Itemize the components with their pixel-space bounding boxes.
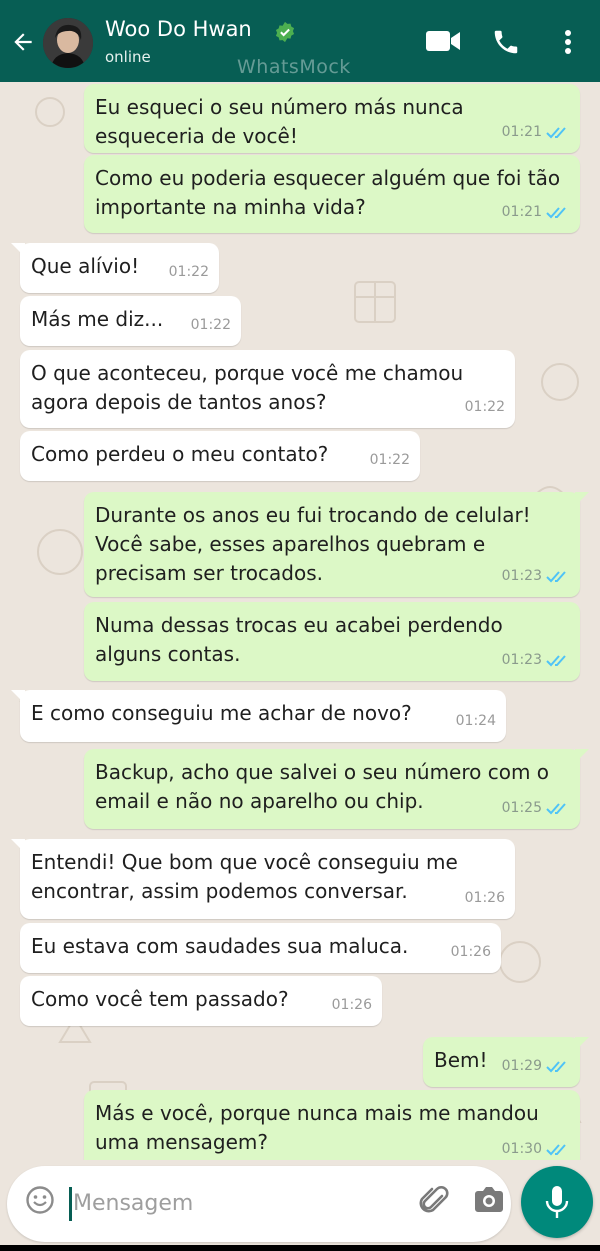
message-incoming[interactable]: Más me diz... 01:22 (20, 296, 241, 346)
voice-record-button[interactable] (521, 1166, 593, 1238)
chat-header: Woo Do Hwan online WhatsMock (0, 0, 600, 82)
system-nav-bar (0, 1245, 600, 1251)
message-text: Eu estava com saudades sua maluca. (31, 934, 409, 958)
message-time: 01:26 (450, 944, 491, 960)
message-time: 01:24 (455, 713, 496, 729)
message-time: 01:22 (464, 399, 505, 415)
message-outgoing[interactable]: Bem! 01:29 (423, 1037, 589, 1087)
message-meta: 01:21 (502, 198, 570, 227)
message-text: Más e você, porque nunca mais me mandou … (95, 1101, 539, 1154)
message-text: O que aconteceu, porque você me chamou a… (31, 361, 464, 414)
read-ticks-icon (546, 654, 566, 666)
message-composer (7, 1166, 511, 1242)
message-text: Durante os anos eu fui trocando de celul… (95, 503, 531, 585)
message-text: Como perdeu o meu contato? (31, 442, 329, 466)
message-time: 01:26 (331, 997, 372, 1013)
read-ticks-icon (546, 126, 566, 138)
message-time: 01:22 (168, 264, 209, 280)
bubble-tail (11, 243, 25, 257)
message-meta: 01:25 (502, 794, 570, 823)
bubble-tail (11, 690, 25, 704)
read-ticks-icon (546, 206, 566, 218)
read-ticks-icon (546, 570, 566, 582)
verified-badge-icon (275, 21, 295, 43)
message-meta: 01:26 (451, 938, 491, 967)
message-text: Como você tem passado? (31, 987, 289, 1011)
read-ticks-icon (546, 1060, 566, 1072)
mic-icon (545, 1186, 569, 1218)
message-text: Backup, acho que salvei o seu número com… (95, 760, 550, 813)
message-time: 01:21 (501, 204, 542, 220)
message-text: Numa dessas trocas eu acabei perdendo al… (95, 613, 503, 666)
message-meta: 01:26 (465, 884, 505, 913)
message-meta: 01:23 (502, 646, 570, 675)
message-meta: 01:23 (502, 562, 570, 591)
attach-icon[interactable] (417, 1184, 451, 1218)
chat-area[interactable]: Eu esqueci o seu número más nunca esquec… (0, 82, 600, 1160)
message-outgoing[interactable]: Eu esqueci o seu número más nunca esquec… (84, 84, 580, 153)
message-outgoing[interactable]: Como eu poderia esquecer alguém que foi … (84, 155, 580, 233)
message-meta: 01:22 (191, 311, 231, 340)
message-time: 01:22 (190, 317, 231, 333)
message-outgoing[interactable]: Backup, acho que salvei o seu número com… (84, 749, 589, 829)
more-vert-icon[interactable] (560, 28, 576, 56)
message-time: 01:26 (464, 890, 505, 906)
message-time: 01:21 (501, 124, 542, 140)
message-incoming[interactable]: Como perdeu o meu contato? 01:22 (20, 431, 420, 481)
message-time: 01:23 (501, 652, 542, 668)
message-incoming[interactable]: Que alívio! 01:22 (11, 243, 219, 293)
message-meta: 01:22 (370, 446, 410, 475)
message-time: 01:25 (501, 800, 542, 816)
back-arrow-icon[interactable] (10, 29, 36, 55)
video-call-icon[interactable] (425, 28, 461, 54)
message-meta: 01:21 (502, 118, 570, 147)
message-text: E como conseguiu me achar de novo? (31, 701, 412, 725)
message-time: 01:29 (501, 1058, 542, 1074)
message-outgoing[interactable]: Más e você, porque nunca mais me mandou … (84, 1090, 580, 1160)
message-text: Entendi! Que bom que você conseguiu me e… (31, 850, 458, 903)
watermark: WhatsMock (237, 56, 351, 78)
bubble-tail (575, 492, 589, 506)
phone-icon[interactable] (491, 27, 521, 57)
camera-icon[interactable] (473, 1186, 505, 1214)
message-incoming[interactable]: Entendi! Que bom que você conseguiu me e… (11, 839, 515, 919)
message-time: 01:22 (369, 452, 410, 468)
message-incoming[interactable]: Eu estava com saudades sua maluca. 01:26 (20, 923, 501, 973)
read-ticks-icon (546, 1143, 566, 1155)
bubble-tail (575, 749, 589, 763)
message-incoming[interactable]: Como você tem passado? 01:26 (20, 976, 382, 1026)
read-ticks-icon (546, 802, 566, 814)
contact-name[interactable]: Woo Do Hwan (105, 17, 252, 41)
contact-status: online (105, 48, 151, 66)
message-text: Como eu poderia esquecer alguém que foi … (95, 166, 561, 219)
message-time: 01:30 (501, 1141, 542, 1157)
emoji-icon[interactable] (25, 1185, 55, 1215)
bubble-tail (11, 839, 25, 853)
message-text: Eu esqueci o seu número más nunca esquec… (95, 95, 464, 148)
message-meta: 01:29 (502, 1052, 570, 1081)
message-outgoing[interactable]: Numa dessas trocas eu acabei perdendo al… (84, 602, 580, 681)
message-meta: 01:24 (456, 707, 496, 736)
text-cursor (69, 1187, 72, 1221)
message-meta: 01:26 (332, 991, 372, 1020)
message-meta: 01:22 (169, 258, 209, 287)
message-meta: 01:30 (502, 1135, 570, 1160)
avatar[interactable] (43, 18, 93, 68)
message-meta: 01:22 (465, 393, 505, 422)
message-input[interactable] (73, 1183, 393, 1223)
message-incoming[interactable]: E como conseguiu me achar de novo? 01:24 (11, 690, 506, 742)
bubble-tail (575, 1037, 589, 1051)
message-time: 01:23 (501, 568, 542, 584)
message-outgoing[interactable]: Durante os anos eu fui trocando de celul… (84, 492, 589, 597)
message-incoming[interactable]: O que aconteceu, porque você me chamou a… (20, 350, 515, 428)
